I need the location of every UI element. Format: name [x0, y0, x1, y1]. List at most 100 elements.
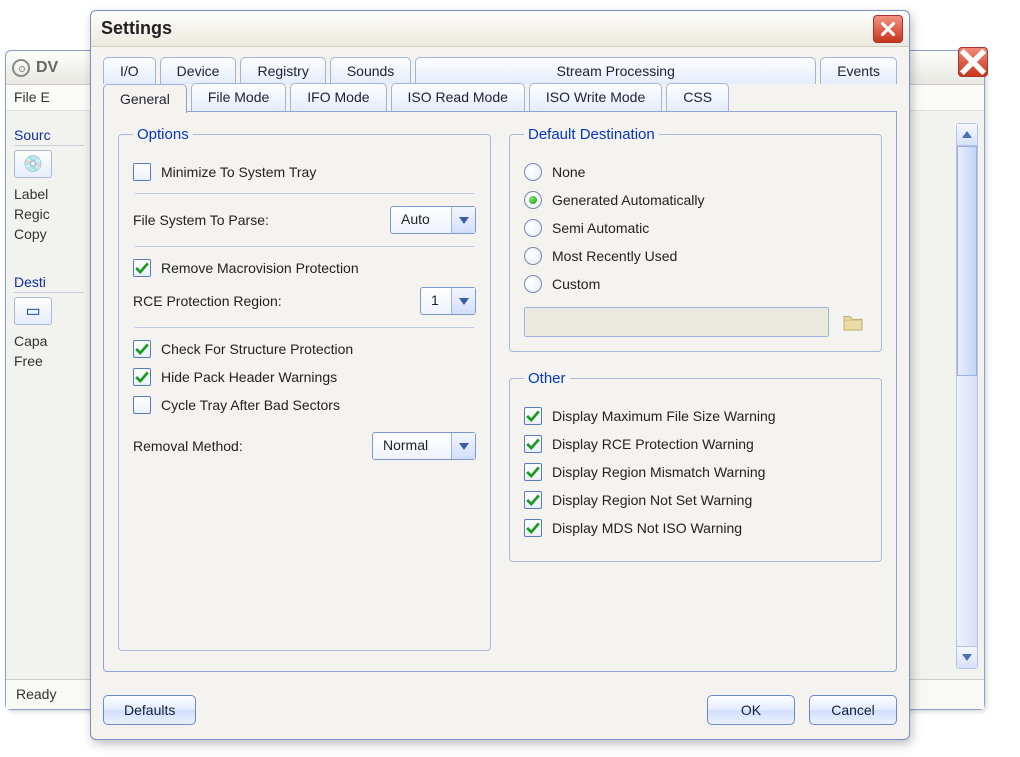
tab-general[interactable]: General — [103, 84, 187, 113]
other-option: Display Maximum File Size Warning — [524, 407, 867, 425]
check-icon — [526, 521, 540, 535]
sidebar-label: Copy — [14, 226, 84, 242]
ok-button[interactable]: OK — [707, 695, 795, 725]
sidebar-label: Regic — [14, 206, 84, 222]
chk-struct-label: Check For Structure Protection — [161, 341, 353, 357]
destination-option: Custom — [524, 275, 867, 293]
removal-row: Removal Method: Normal — [133, 432, 476, 460]
remove-macro-label: Remove Macrovision Protection — [161, 260, 359, 276]
hide-pack-checkbox[interactable] — [133, 368, 151, 386]
tab-panel-general: Options Minimize To System Tray File Sys… — [103, 112, 897, 672]
remove-macro-checkbox[interactable] — [133, 259, 151, 277]
dropdown-button[interactable] — [451, 433, 475, 459]
tab-sounds[interactable]: Sounds — [330, 57, 411, 84]
dialog-buttonbar: Defaults OK Cancel — [103, 695, 897, 725]
dialog-close-button[interactable] — [873, 15, 903, 43]
removal-select[interactable]: Normal — [372, 432, 476, 460]
radio-dot-icon — [529, 196, 537, 204]
destination-radio[interactable] — [524, 191, 542, 209]
parent-scrollbar[interactable] — [956, 123, 978, 669]
rce-row: RCE Protection Region: 1 — [133, 287, 476, 315]
parent-close-button[interactable] — [958, 47, 988, 77]
other-legend: Other — [524, 370, 570, 387]
tab-registry[interactable]: Registry — [240, 57, 325, 84]
destination-option-label: Semi Automatic — [552, 220, 649, 236]
divider — [135, 193, 474, 194]
destination-path-row — [524, 307, 867, 337]
parent-title: DV — [36, 59, 58, 77]
destination-radio[interactable] — [524, 247, 542, 265]
remove-macro-row: Remove Macrovision Protection — [133, 259, 476, 277]
destination-path-input[interactable] — [524, 307, 829, 337]
other-checkbox[interactable] — [524, 491, 542, 509]
destination-option: None — [524, 163, 867, 181]
tab-iso-read-mode[interactable]: ISO Read Mode — [391, 83, 525, 112]
tab-io[interactable]: I/O — [103, 57, 156, 84]
other-checkbox[interactable] — [524, 463, 542, 481]
divider — [135, 327, 474, 328]
tab-ifo-mode[interactable]: IFO Mode — [290, 83, 386, 112]
dialog-title: Settings — [101, 18, 172, 39]
tab-events[interactable]: Events — [820, 57, 897, 84]
dropdown-button[interactable] — [451, 207, 475, 233]
check-icon — [526, 437, 540, 451]
scroll-down-button[interactable] — [957, 646, 977, 668]
scroll-thumb[interactable] — [957, 146, 977, 376]
source-drive-icon[interactable]: 💿 — [14, 150, 52, 178]
other-checkbox[interactable] — [524, 435, 542, 453]
chevron-down-icon — [459, 217, 469, 224]
minimize-tray-checkbox[interactable] — [133, 163, 151, 181]
other-checkbox[interactable] — [524, 519, 542, 537]
dialog-titlebar[interactable]: Settings — [91, 11, 909, 47]
tabs-row-2: General File Mode IFO Mode ISO Read Mode… — [103, 83, 897, 112]
removal-value: Normal — [373, 433, 451, 459]
fs-parse-label: File System To Parse: — [133, 212, 380, 228]
tabs: I/O Device Registry Sounds Stream Proces… — [103, 57, 897, 672]
removal-label: Removal Method: — [133, 438, 362, 454]
other-option-label: Display Region Not Set Warning — [552, 492, 752, 508]
status-text: Ready — [16, 686, 56, 702]
tab-iso-write-mode[interactable]: ISO Write Mode — [529, 83, 662, 112]
destination-option-label: None — [552, 164, 585, 180]
folder-icon — [842, 313, 864, 331]
dropdown-button[interactable] — [451, 288, 475, 314]
tab-stream-processing[interactable]: Stream Processing — [415, 57, 816, 84]
options-column: Options Minimize To System Tray File Sys… — [118, 126, 491, 651]
destination-option: Generated Automatically — [524, 191, 867, 209]
scroll-up-button[interactable] — [957, 124, 977, 146]
tab-css[interactable]: CSS — [666, 83, 729, 112]
chk-struct-checkbox[interactable] — [133, 340, 151, 358]
sidebar-label: Free — [14, 353, 84, 369]
right-column: Default Destination None Generated Automa… — [509, 126, 882, 651]
tabs-row-1: I/O Device Registry Sounds Stream Proces… — [103, 57, 897, 84]
chevron-down-icon — [459, 443, 469, 450]
sidebar-source-heading: Sourc — [14, 127, 84, 146]
other-group: Other Display Maximum File Size Warning D… — [509, 370, 882, 562]
check-icon — [526, 409, 540, 423]
destination-radio[interactable] — [524, 163, 542, 181]
destination-option-label: Most Recently Used — [552, 248, 677, 264]
fs-parse-row: File System To Parse: Auto — [133, 206, 476, 234]
cycle-tray-checkbox[interactable] — [133, 396, 151, 414]
other-checkbox[interactable] — [524, 407, 542, 425]
rce-select[interactable]: 1 — [420, 287, 476, 315]
hide-pack-row: Hide Pack Header Warnings — [133, 368, 476, 386]
parent-sidebar: Sourc 💿 Label Regic Copy Desti ▭ Capa Fr… — [14, 123, 84, 373]
dest-drive-icon[interactable]: ▭ — [14, 297, 52, 325]
other-option-label: Display MDS Not ISO Warning — [552, 520, 742, 536]
cancel-button[interactable]: Cancel — [809, 695, 897, 725]
destination-radio[interactable] — [524, 275, 542, 293]
minimize-tray-label: Minimize To System Tray — [161, 164, 316, 180]
destination-legend: Default Destination — [524, 126, 659, 143]
destination-option-label: Generated Automatically — [552, 192, 705, 208]
other-option-label: Display Region Mismatch Warning — [552, 464, 765, 480]
fs-parse-select[interactable]: Auto — [390, 206, 476, 234]
defaults-button[interactable]: Defaults — [103, 695, 196, 725]
minimize-tray-row: Minimize To System Tray — [133, 163, 476, 181]
tab-device[interactable]: Device — [160, 57, 237, 84]
other-option: Display Region Mismatch Warning — [524, 463, 867, 481]
destination-radio[interactable] — [524, 219, 542, 237]
cycle-tray-row: Cycle Tray After Bad Sectors — [133, 396, 476, 414]
browse-button[interactable] — [839, 310, 867, 334]
tab-file-mode[interactable]: File Mode — [191, 83, 286, 112]
